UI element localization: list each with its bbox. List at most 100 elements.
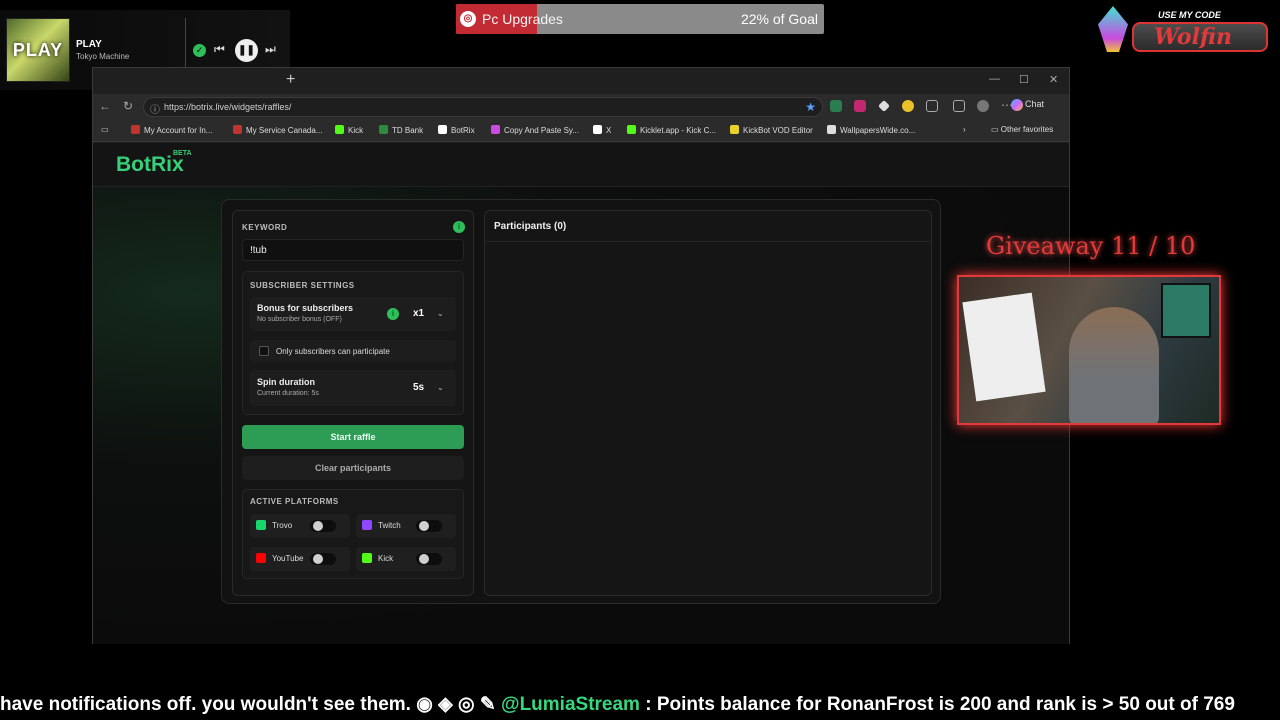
bookmark-label: Kicklet.app - Kick C... <box>640 126 717 135</box>
chevron-down-icon[interactable]: ⌄ <box>437 383 444 392</box>
extension-icon[interactable] <box>854 100 866 112</box>
goal-bar: ◎ Pc Upgrades 22% of Goal <box>456 4 824 34</box>
twitch-toggle[interactable] <box>416 520 442 532</box>
platform-label: Trovo <box>272 521 293 530</box>
bookmark-item[interactable]: Kick <box>335 125 363 135</box>
puzzle-icon[interactable] <box>926 100 938 112</box>
copilot-chat-button[interactable]: Chat <box>1011 99 1045 111</box>
toggle-knob <box>313 521 323 531</box>
title-bar: + — ☐ ✕ <box>93 68 1069 94</box>
favorites-icon[interactable] <box>953 100 965 112</box>
platform-label: Kick <box>378 554 394 563</box>
kick-icon <box>362 553 372 563</box>
start-raffle-button[interactable]: Start raffle <box>242 425 464 449</box>
bookmark-icon <box>379 125 388 134</box>
divider <box>485 241 931 242</box>
bookmark-label: Copy And Paste Sy... <box>504 126 580 135</box>
spin-title: Spin duration <box>257 377 315 387</box>
back-icon[interactable]: ← <box>99 99 111 113</box>
bookmark-item[interactable]: Kicklet.app - Kick C... <box>627 125 716 135</box>
fish-tank <box>1161 283 1211 338</box>
other-favorites[interactable]: ▭ Other favorites <box>991 125 1053 134</box>
keyword-label: KEYWORD <box>242 223 288 232</box>
bookmark-label: BotRix <box>451 126 475 135</box>
bookmark-item[interactable]: X <box>593 125 611 135</box>
refresh-icon[interactable]: ↻ <box>123 99 133 113</box>
bookmark-item[interactable]: TD Bank <box>379 125 423 135</box>
bookmark-label: Kick <box>348 126 364 135</box>
minimize-icon[interactable]: — <box>989 73 1000 85</box>
bookmark-item[interactable]: KickBot VOD Editor <box>730 125 813 135</box>
spin-row: Spin duration Current duration: 5s 5s ⌄ <box>250 370 456 406</box>
previous-track-icon[interactable]: ⏮ <box>214 42 225 57</box>
bookmark-icon <box>730 125 739 134</box>
lock-icon: ⓘ <box>150 105 160 116</box>
bookmark-icon <box>233 125 242 134</box>
album-art: PLAY <box>6 18 70 82</box>
site-header: BotRix BETA <box>93 143 1069 187</box>
page-content: BotRix BETA KEYWORD i !tub SUBSCRIBER SE… <box>93 143 1069 644</box>
subscriber-settings: SUBSCRIBER SETTINGS Bonus for subscriber… <box>242 271 464 415</box>
platform-kick: Kick <box>356 547 456 571</box>
tab-actions-icon[interactable]: ▭ <box>101 125 109 134</box>
chat-label: Chat <box>1025 99 1045 109</box>
keyword-input[interactable]: !tub <box>242 239 464 261</box>
bookmark-item[interactable]: My Service Canada... <box>233 125 322 135</box>
address-bar-row: ← ↻ ⓘ https://botrix.live/widgets/raffle… <box>93 94 1069 120</box>
only-subs-checkbox[interactable] <box>259 346 269 356</box>
goal-label: Pc Upgrades <box>482 11 563 27</box>
participants-title: Participants (0) <box>494 221 567 232</box>
youtube-icon <box>256 553 266 563</box>
participants-panel: Participants (0) <box>484 210 932 596</box>
spin-subtitle: Current duration: 5s <box>257 390 319 397</box>
bookmark-item[interactable]: WallpapersWide.co... <box>827 125 915 135</box>
chevron-down-icon[interactable]: ⌄ <box>437 309 444 318</box>
bookmarks-bar: ▭ My Account for In... My Service Canada… <box>93 120 1069 142</box>
spin-select[interactable]: 5s <box>413 382 424 393</box>
only-subs-row[interactable]: Only subscribers can participate <box>250 340 456 362</box>
close-icon[interactable]: ✕ <box>1049 73 1058 86</box>
bookmark-item[interactable]: BotRix <box>438 125 475 135</box>
next-track-icon[interactable]: ⏭ <box>265 42 276 57</box>
bookmark-label: TD Bank <box>392 126 424 135</box>
bookmark-label: X <box>606 126 612 135</box>
streamer <box>1069 307 1159 423</box>
platform-label: YouTube <box>272 554 304 563</box>
trovo-toggle[interactable] <box>310 520 336 532</box>
extension-icon[interactable] <box>830 100 842 112</box>
maximize-icon[interactable]: ☐ <box>1019 73 1029 86</box>
clear-participants-button[interactable]: Clear participants <box>242 456 464 480</box>
bookmark-item[interactable]: Copy And Paste Sy... <box>491 125 579 135</box>
bookmark-icon <box>593 125 602 134</box>
chevron-right-icon[interactable]: › <box>963 125 966 134</box>
youtube-toggle[interactable] <box>310 553 336 565</box>
browser-window: + — ☐ ✕ ← ↻ ⓘ https://botrix.live/widget… <box>92 67 1070 644</box>
bookmark-item[interactable]: My Account for In... <box>131 125 212 135</box>
goal-percent: 22% of Goal <box>740 11 818 27</box>
check-icon: ✓ <box>193 44 206 57</box>
pause-icon[interactable]: ❚❚ <box>235 39 258 62</box>
info-icon[interactable]: i <box>387 308 399 320</box>
new-tab-icon[interactable]: + <box>286 71 295 89</box>
kick-toggle[interactable] <box>416 553 442 565</box>
twitch-icon <box>362 520 372 530</box>
favorite-star-icon[interactable]: ★ <box>805 100 816 114</box>
keyword-value: !tub <box>250 245 267 256</box>
extension-icon[interactable] <box>902 100 914 112</box>
url-field[interactable]: ⓘ https://botrix.live/widgets/raffles/ ★ <box>143 97 823 117</box>
extension-icon[interactable] <box>878 100 890 112</box>
bonus-select[interactable]: x1 <box>413 308 424 319</box>
webcam-feed <box>957 275 1221 425</box>
info-icon[interactable]: i <box>453 221 465 233</box>
bookmark-icon <box>335 125 344 134</box>
bonus-subtitle: No subscriber bonus (OFF) <box>257 316 342 323</box>
goal-icon: ◎ <box>460 11 476 27</box>
profile-avatar[interactable] <box>977 100 989 112</box>
bookmark-label: My Service Canada... <box>246 126 323 135</box>
copilot-icon <box>1011 99 1023 111</box>
platform-twitch: Twitch <box>356 514 456 538</box>
platform-youtube: YouTube <box>250 547 350 571</box>
platform-label: Twitch <box>378 521 401 530</box>
bookmark-icon <box>131 125 140 134</box>
giveaway-counter: Giveaway 11 / 10 <box>986 232 1196 260</box>
